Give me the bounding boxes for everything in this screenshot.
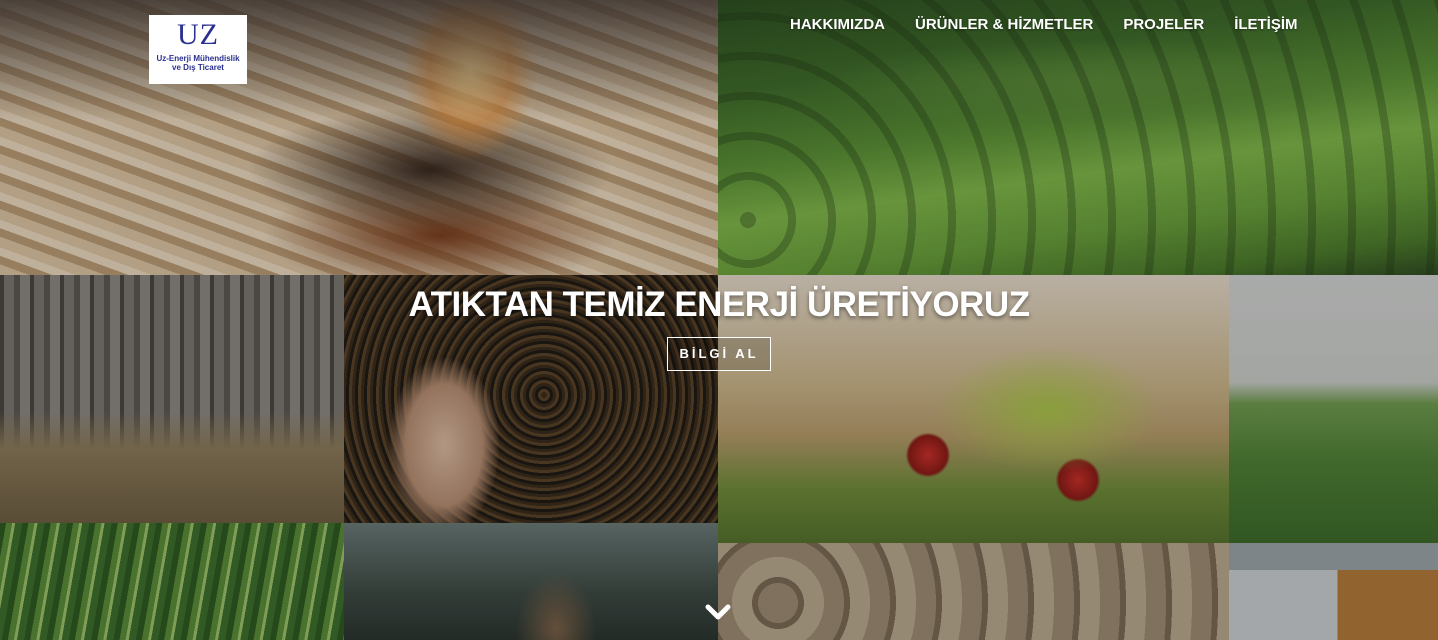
logo-company-line1: Uz-Enerji Mühendislik — [156, 54, 240, 63]
nav-item-contact[interactable]: İLETİŞİM — [1234, 16, 1297, 33]
hay-truck-image — [1229, 543, 1438, 640]
more-info-button[interactable]: BİLGİ AL — [667, 337, 771, 371]
main-nav: HAKKIMIZDA ÜRÜNLER & HİZMETLER PROJELER … — [790, 16, 1328, 33]
bales-image — [718, 543, 1229, 640]
hero-title: ATIKTAN TEMİZ ENERJİ ÜRETİYORUZ — [408, 285, 1030, 324]
chevron-down-icon[interactable] — [704, 598, 732, 626]
pellets-fire-image — [0, 0, 718, 275]
nav-item-products-services[interactable]: ÜRÜNLER & HİZMETLER — [915, 16, 1093, 33]
nav-item-projects[interactable]: PROJELER — [1123, 16, 1204, 33]
company-logo[interactable]: UZ Uz-Enerji Mühendislik ve Dış Ticaret — [149, 15, 247, 84]
logo-mark: UZ — [177, 18, 219, 51]
tall-grass-image — [0, 523, 344, 640]
green-landscape-image — [718, 0, 1438, 275]
nav-item-about[interactable]: HAKKIMIZDA — [790, 16, 885, 33]
logo-company-line2: ve Dış Ticaret — [172, 63, 224, 72]
deer-image — [344, 523, 718, 640]
